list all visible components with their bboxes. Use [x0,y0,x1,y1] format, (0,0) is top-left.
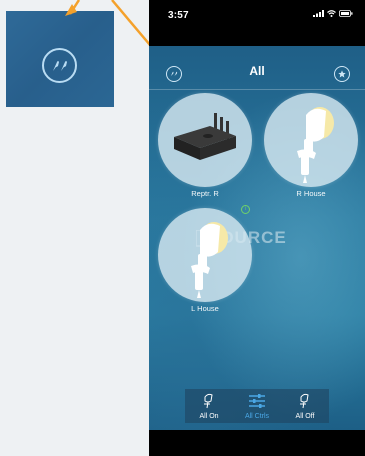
tab-label: All Ctrls [244,413,270,420]
wifi-icon [327,10,336,17]
spotlight-off-icon [300,393,309,409]
battery-icon [339,10,353,17]
app-content: All Reptr. R R House i L House All On Al… [149,46,365,430]
home-indicator-area [149,430,365,456]
favorites-button[interactable] [334,66,350,82]
device-tile-l-house[interactable]: L House [157,208,253,313]
all-ctrls-button[interactable]: All Ctrls [233,389,281,423]
signal-icon [313,10,324,17]
device-circle [158,93,252,187]
tab-label: All On [199,413,219,420]
repeater-hub-icon [174,113,236,160]
status-icons [313,10,353,17]
device-tile-r-house[interactable]: R House [263,93,359,198]
spotlight-on-icon [204,393,213,409]
zoom-callout [6,11,114,107]
spotlight-icon [297,107,334,183]
status-bar: 3:57 [149,0,365,46]
device-circle [264,93,358,187]
device-tile-reptr-r[interactable]: Reptr. R [157,93,253,198]
status-time: 3:57 [168,10,189,21]
app-header: All [149,46,365,90]
device-label: Reptr. R [191,189,219,198]
sliders-icon [249,394,265,408]
all-off-button[interactable]: All Off [281,389,329,423]
all-on-button[interactable]: All On [185,389,233,423]
bottom-control-bar: All On All Ctrls All Off [185,389,329,423]
device-circle [158,208,252,302]
device-label: L House [191,304,219,313]
lights-group-icon [42,48,77,83]
star-icon [338,70,346,78]
spotlight-icon [191,222,228,298]
tab-label: All Off [295,413,315,420]
phone-screen: 3:57 All Reptr. R R House i L House All … [149,0,365,456]
page-title: All [249,64,265,78]
device-label: R House [296,189,326,198]
